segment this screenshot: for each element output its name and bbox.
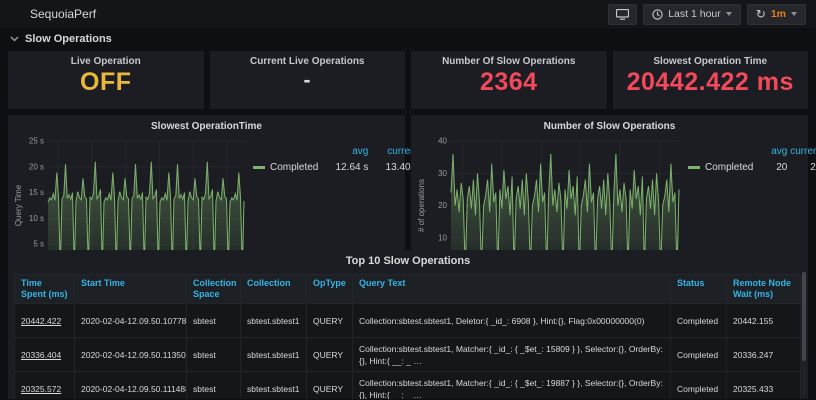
refresh-interval-button[interactable]: ↻ 1m	[747, 4, 806, 25]
stat-value: 20442.422 ms	[627, 70, 794, 95]
cell-query-text: Collection:sbtest.sbtest1, Matcher:{ _id…	[353, 338, 671, 372]
cell-status: Completed	[671, 338, 727, 372]
panel-title[interactable]: Number of Slow Operations	[417, 119, 802, 134]
cell-remote-node-wait: 20336.247	[727, 338, 801, 372]
cell-start-time: 2020-02-04-12.09.50.111488	[75, 372, 187, 400]
legend-avg-value: 20	[753, 162, 787, 173]
legend-avg-value: 12.64 s	[318, 162, 368, 173]
cell-status: Completed	[671, 372, 727, 400]
cell-collection: sbtest.sbtest1	[241, 338, 307, 372]
panel-title[interactable]: Slowest OperationTime	[14, 119, 399, 134]
stat-panel-slowest-operation-time: Slowest Operation Time 20442.422 ms	[613, 51, 809, 109]
stat-panel-number-of-slow-operations: Number Of Slow Operations 2364	[411, 51, 607, 109]
column-header-optype[interactable]: OpType	[307, 275, 353, 304]
cell-time-spent[interactable]: 20325.572	[15, 372, 75, 400]
tv-mode-button[interactable]	[608, 4, 637, 25]
y-tick-label: 30	[438, 169, 447, 178]
series-color-swatch	[253, 166, 265, 169]
navbar: SequoiaPerf Last 1 hour ↻ 1m	[0, 0, 816, 28]
y-tick-label: 20 s	[29, 162, 44, 171]
refresh-icon: ↻	[756, 8, 766, 20]
panel-title[interactable]: Current Live Operations	[250, 56, 364, 67]
column-header-remote-node-wait[interactable]: Remote Node Wait (ms)	[727, 275, 801, 304]
panel-title[interactable]: Number Of Slow Operations	[442, 56, 575, 67]
table-row: 20336.4042020-02-04-12.09.50.113507sbtes…	[15, 338, 801, 372]
section-slow-operations[interactable]: Slow Operations	[0, 28, 816, 49]
y-tick-label: 25 s	[29, 137, 44, 146]
cell-time-spent[interactable]: 20442.422	[15, 304, 75, 338]
chevron-down-icon	[10, 36, 19, 42]
panel-title[interactable]: Top 10 Slow Operations	[8, 255, 808, 270]
stat-value: -	[304, 70, 312, 91]
monitor-icon	[616, 9, 629, 20]
slow-operations-table: Time Spent (ms)Start TimeCollection Spac…	[14, 274, 801, 399]
charts-row: Slowest OperationTime 0 ms5 s10 s15 s20 …	[8, 115, 808, 245]
stats-row: Live Operation OFF Current Live Operatio…	[8, 51, 808, 109]
cell-time-spent[interactable]: 20336.404	[15, 338, 75, 372]
time-range-label: Last 1 hour	[668, 8, 721, 20]
column-header-collection-space[interactable]: Collection Space	[187, 275, 241, 304]
column-header-collection[interactable]: Collection	[241, 275, 307, 304]
cell-remote-node-wait: 20442.155	[727, 304, 801, 338]
stat-value: 2364	[480, 70, 538, 95]
column-header-start-time[interactable]: Start Time	[75, 275, 187, 304]
y-tick-label: 10 s	[29, 214, 44, 223]
cell-collection-space: sbtest	[187, 338, 241, 372]
cell-optype: QUERY	[307, 372, 353, 400]
column-header-query-text[interactable]: Query Text	[353, 275, 671, 304]
table-row: 20325.5722020-02-04-12.09.50.111488sbtes…	[15, 372, 801, 400]
legend-series-completed[interactable]: Completed	[688, 162, 753, 173]
time-range-picker[interactable]: Last 1 hour	[643, 4, 741, 25]
cell-remote-node-wait: 20325.433	[727, 372, 801, 400]
table-row: 20442.4222020-02-04-12.09.50.107785sbtes…	[15, 304, 801, 338]
y-tick-label: 40	[438, 137, 447, 146]
caret-down-icon	[791, 12, 797, 16]
table-scrollbar[interactable]	[802, 272, 806, 395]
stat-value: OFF	[80, 70, 132, 95]
cell-start-time: 2020-02-04-12.09.50.113507	[75, 338, 187, 372]
y-tick-label: 5 s	[33, 240, 44, 249]
refresh-interval-label: 1m	[771, 8, 786, 20]
cell-collection: sbtest.sbtest1	[241, 372, 307, 400]
section-title: Slow Operations	[25, 33, 112, 45]
legend-current-value: 25	[787, 162, 816, 173]
table-panel-top-10-slow-operations: Top 10 Slow Operations Time Spent (ms)St…	[8, 250, 808, 399]
dashboard-content: Live Operation OFF Current Live Operatio…	[0, 49, 816, 399]
y-axis-label: Query Time	[14, 184, 23, 226]
table-header-row: Time Spent (ms)Start TimeCollection Spac…	[15, 275, 801, 304]
cell-collection: sbtest.sbtest1	[241, 304, 307, 338]
stat-panel-live-operation: Live Operation OFF	[8, 51, 204, 109]
app-title: SequoiaPerf	[30, 7, 96, 21]
cell-optype: QUERY	[307, 338, 353, 372]
y-axis-label: # of operations	[417, 179, 426, 232]
y-tick-label: 20	[438, 201, 447, 210]
cell-query-text: Collection:sbtest.sbtest1, Deletor:{ _id…	[353, 304, 671, 338]
legend-header-current: current	[787, 146, 816, 157]
series-color-swatch	[688, 166, 700, 169]
legend-header-avg: avg	[753, 146, 787, 157]
cell-collection-space: sbtest	[187, 304, 241, 338]
y-tick-label: 10	[438, 233, 447, 242]
cell-query-text: Collection:sbtest.sbtest1, Matcher:{ _id…	[353, 372, 671, 400]
panel-title[interactable]: Live Operation	[71, 56, 141, 67]
panel-title[interactable]: Slowest Operation Time	[653, 56, 767, 67]
y-tick-label: 15 s	[29, 188, 44, 197]
legend-series-completed[interactable]: Completed	[253, 162, 318, 173]
caret-down-icon	[726, 12, 732, 16]
column-header-status[interactable]: Status	[671, 275, 727, 304]
legend-header-avg: avg	[318, 146, 368, 157]
clock-icon	[652, 9, 663, 20]
cell-status: Completed	[671, 304, 727, 338]
stat-panel-current-live-operations: Current Live Operations -	[210, 51, 406, 109]
column-header-time-spent[interactable]: Time Spent (ms)	[15, 275, 75, 304]
navbar-actions: Last 1 hour ↻ 1m	[608, 4, 806, 25]
cell-collection-space: sbtest	[187, 372, 241, 400]
cell-optype: QUERY	[307, 304, 353, 338]
cell-start-time: 2020-02-04-12.09.50.107785	[75, 304, 187, 338]
